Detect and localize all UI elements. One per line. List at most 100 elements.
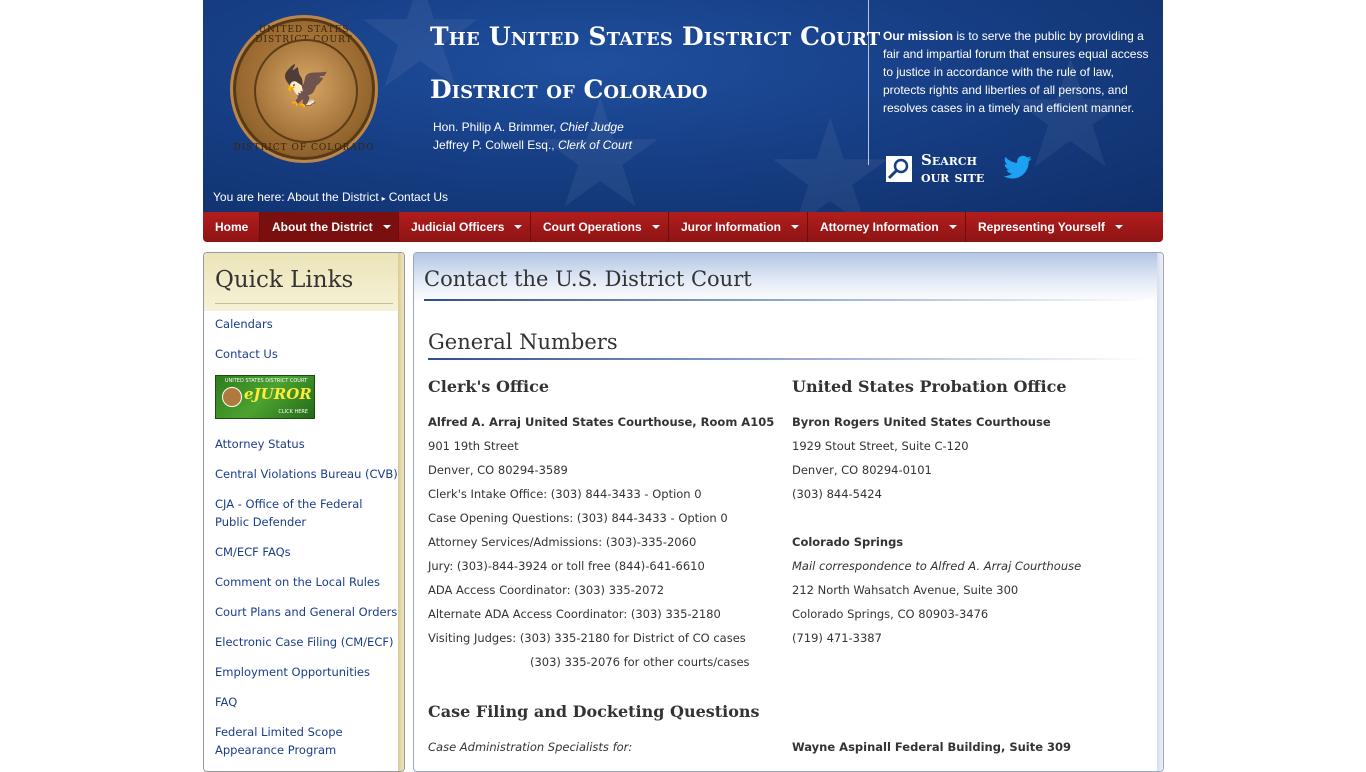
twitter-icon[interactable]	[1003, 153, 1033, 181]
eagle-icon: 🦅	[281, 64, 331, 110]
nav-attorney-label: Attorney Information	[820, 220, 939, 234]
search-site-link[interactable]: Search our site	[886, 151, 984, 187]
nav-court-ops-label: Court Operations	[543, 220, 642, 234]
page-title-rule	[424, 299, 1154, 301]
breadcrumb-separator: ▸	[381, 194, 386, 203]
ejuror-click-text: CLICK HERE	[278, 409, 308, 415]
ejuror-seal-icon	[222, 387, 242, 407]
search-icon	[886, 156, 912, 182]
springs-city: Colorado Springs, CO 80903-3476	[792, 607, 989, 621]
clerk-intake: Clerk's Intake Office: (303) 844-3433 - …	[428, 487, 702, 501]
clerk-street: 901 19th Street	[428, 439, 519, 453]
clerk-building: Alfred A. Arraj United States Courthouse…	[428, 415, 775, 429]
quick-link-contact-us[interactable]: Contact Us	[215, 345, 400, 363]
search-label: Search our site	[921, 152, 984, 186]
court-title[interactable]: The United States District Court	[430, 22, 880, 51]
mission-statement: Our mission is to serve the public by pr…	[883, 27, 1153, 117]
clerk-ada: ADA Access Coordinator: (303) 335-2072	[428, 583, 665, 597]
judge-role: Chief Judge	[559, 120, 624, 134]
quick-links-list: Calendars Contact Us UNITED STATES DISTR…	[215, 315, 400, 771]
case-admin-specialists: Case Administration Specialists for:	[428, 740, 633, 754]
caret-down-icon	[791, 225, 800, 229]
district-title[interactable]: District of Colorado	[430, 75, 708, 104]
caret-down-icon	[948, 225, 957, 229]
main-content: Contact the U.S. District Court General …	[413, 252, 1164, 772]
quick-link-employment[interactable]: Employment Opportunities	[215, 663, 400, 681]
springs-title: Colorado Springs	[792, 535, 904, 549]
quick-link-cja[interactable]: CJA - Office of the Federal Public Defen…	[215, 495, 400, 531]
quick-link-calendars[interactable]: Calendars	[215, 315, 400, 333]
caret-down-icon	[382, 225, 391, 229]
nav-attorney-information[interactable]: Attorney Information	[808, 212, 966, 242]
clerk-visiting-other: (303) 335-2076 for other courts/cases	[530, 655, 750, 669]
search-label-line2: our site	[921, 168, 985, 186]
quick-links-rule	[215, 303, 393, 304]
clerk-office-heading: Clerk's Office	[428, 377, 550, 396]
clerk-city: Denver, CO 80294-3589	[428, 463, 568, 477]
nav-home[interactable]: Home	[203, 212, 260, 242]
probation-city: Denver, CO 80294-0101	[792, 463, 932, 477]
section-general-numbers: General Numbers	[428, 330, 618, 354]
springs-note: Mail correspondence to Alfred A. Arraj C…	[792, 559, 1082, 573]
quick-links-title: Quick Links	[215, 267, 354, 293]
seal-center: 🦅	[254, 39, 358, 143]
clerk-name: Jeffrey P. Colwell Esq.,	[433, 138, 558, 152]
nav-home-label: Home	[215, 220, 249, 234]
breadcrumb: You are here: About the District ▸ Contact…	[213, 190, 448, 204]
search-label-line1: Search	[921, 151, 978, 169]
quick-link-cvb[interactable]: Central Violations Bureau (CVB)	[215, 465, 400, 483]
nav-court-operations[interactable]: Court Operations	[531, 212, 669, 242]
quick-link-local-rules[interactable]: Comment on the Local Rules	[215, 573, 400, 591]
probation-street: 1929 Stout Street, Suite C-120	[792, 439, 969, 453]
caret-down-icon	[514, 225, 523, 229]
nav-judicial-label: Judicial Officers	[411, 220, 505, 234]
ejuror-top-text: UNITED STATES DISTRICT COURT	[224, 378, 308, 384]
header-divider	[868, 0, 869, 165]
nav-about-label: About the District	[272, 220, 373, 234]
nav-judicial-officers[interactable]: Judicial Officers	[399, 212, 531, 242]
nav-about-the-district[interactable]: About the District	[260, 212, 399, 242]
aspinall-building: Wayne Aspinall Federal Building, Suite 3…	[792, 740, 1072, 754]
clerk-alt-ada: Alternate ADA Access Coordinator: (303) …	[428, 607, 721, 621]
quick-link-ecf[interactable]: Electronic Case Filing (CM/ECF)	[215, 633, 400, 651]
nav-representing-label: Representing Yourself	[978, 220, 1105, 234]
probation-heading: United States Probation Office	[792, 377, 1067, 396]
springs-street: 212 North Wahsatch Avenue, Suite 300	[792, 583, 1019, 597]
breadcrumb-about[interactable]: About the District	[287, 190, 378, 204]
ejuror-banner[interactable]: UNITED STATES DISTRICT COURT eJUROR CLIC…	[215, 375, 315, 419]
nav-juror-information[interactable]: Juror Information	[669, 212, 808, 242]
clerk-visiting-judges: Visiting Judges: (303) 335-2180 for Dist…	[428, 631, 746, 645]
clerk-attorney-services: Attorney Services/Admissions: (303)-335-…	[428, 535, 697, 549]
clerk-role: Clerk of Court	[557, 138, 632, 152]
seal-bottom-text: DISTRICT OF COLORADO	[233, 143, 375, 153]
ejuror-logo: eJUROR	[244, 385, 312, 403]
quick-link-faq[interactable]: FAQ	[215, 693, 400, 711]
caret-down-icon	[1114, 225, 1123, 229]
probation-building: Byron Rogers United States Courthouse	[792, 415, 1051, 429]
nav-representing-yourself[interactable]: Representing Yourself	[966, 212, 1132, 242]
star-decoration: ★	[763, 88, 898, 212]
chief-judge-line: Hon. Philip A. Brimmer, Chief Judge	[433, 120, 624, 134]
quick-link-court-plans[interactable]: Court Plans and General Orders	[215, 603, 400, 621]
breadcrumb-prefix: You are here:	[213, 190, 288, 204]
nav-juror-label: Juror Information	[681, 220, 782, 234]
page-wrapper: ★ ★ ★ ★ UNITED STATES DISTRICT COURT 🦅 D…	[203, 0, 1164, 772]
clerk-case-opening: Case Opening Questions: (303) 844-3433 -…	[428, 511, 728, 525]
court-seal-logo[interactable]: UNITED STATES DISTRICT COURT 🦅 DISTRICT …	[230, 15, 378, 163]
judge-name: Hon. Philip A. Brimmer,	[433, 120, 560, 134]
breadcrumb-contact[interactable]: Contact Us	[389, 190, 448, 204]
quick-links-sidebar: Quick Links Calendars Contact Us UNITED …	[203, 252, 405, 772]
caret-down-icon	[651, 225, 660, 229]
mission-lead: Our mission	[883, 29, 954, 43]
section-rule	[428, 358, 1148, 360]
quick-link-attorney-status[interactable]: Attorney Status	[215, 435, 400, 453]
quick-link-limited-scope[interactable]: Federal Limited Scope Appearance Program	[215, 723, 400, 759]
springs-phone: (719) 471-3387	[792, 631, 882, 645]
page-title: Contact the U.S. District Court	[424, 267, 752, 291]
main-nav: Home About the District Judicial Officer…	[203, 212, 1163, 242]
clerk-line: Jeffrey P. Colwell Esq., Clerk of Court	[433, 138, 632, 152]
quick-link-cmecf-faqs[interactable]: CM/ECF FAQs	[215, 543, 400, 561]
case-filing-heading: Case Filing and Docketing Questions	[428, 702, 760, 721]
main-edge	[1157, 253, 1163, 771]
site-header: ★ ★ ★ ★ UNITED STATES DISTRICT COURT 🦅 D…	[203, 0, 1163, 212]
